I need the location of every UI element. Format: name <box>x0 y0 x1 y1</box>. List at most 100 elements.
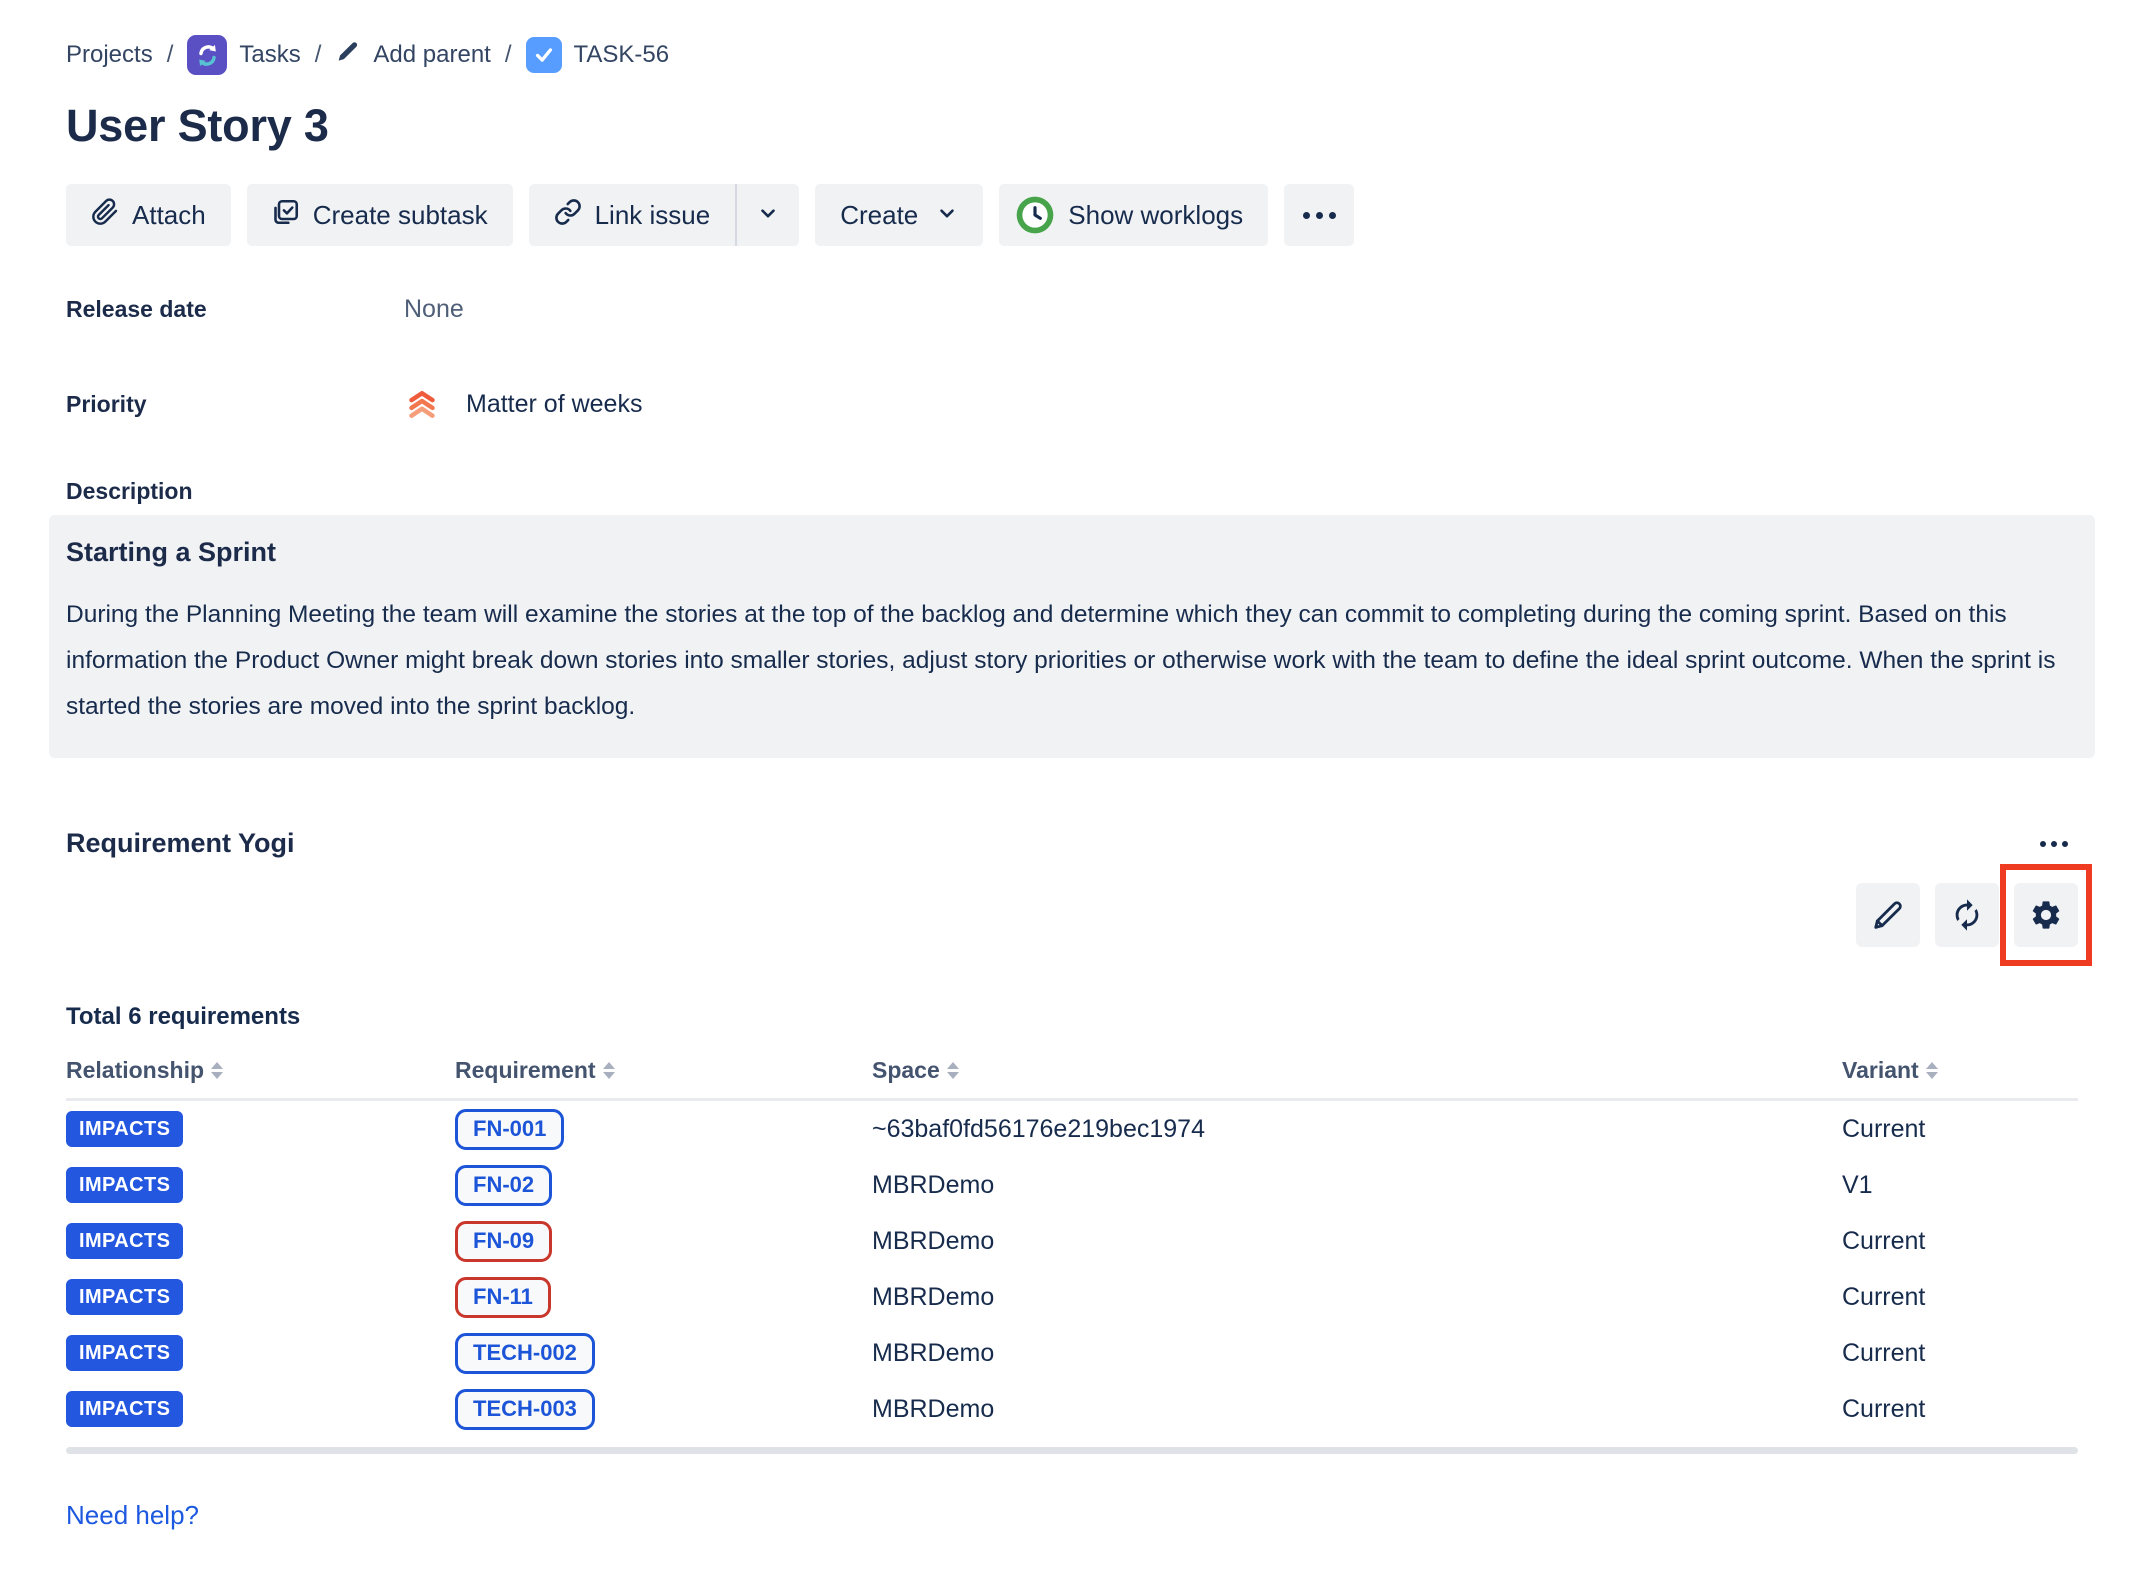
task-check-icon <box>526 37 562 73</box>
table-row: IMPACTS TECH-002 MBRDemo Current <box>66 1325 2078 1381</box>
requirement-link[interactable]: TECH-003 <box>455 1389 595 1430</box>
relationship-badge[interactable]: IMPACTS <box>66 1223 183 1259</box>
relationship-badge[interactable]: IMPACTS <box>66 1335 183 1371</box>
breadcrumb-tasks-label: Tasks <box>239 41 300 69</box>
variant-cell: Current <box>1842 1395 2078 1424</box>
paperclip-icon <box>91 198 119 233</box>
requirement-link[interactable]: FN-02 <box>455 1165 552 1206</box>
need-help-link[interactable]: Need help? <box>66 1500 199 1531</box>
attach-button-label: Attach <box>132 200 206 231</box>
create-button[interactable]: Create <box>815 184 983 246</box>
priority-value[interactable]: Matter of weeks <box>404 386 642 422</box>
requirement-yogi-more-button[interactable] <box>2036 833 2072 855</box>
requirement-link[interactable]: FN-09 <box>455 1221 552 1262</box>
pencil-icon <box>1872 899 1904 931</box>
link-issue-split-button: Link issue <box>529 184 800 246</box>
priority-label: Priority <box>66 391 404 418</box>
sort-icon <box>603 1062 615 1079</box>
sort-icon <box>1926 1062 1938 1079</box>
table-row: IMPACTS FN-09 MBRDemo Current <box>66 1213 2078 1269</box>
breadcrumb-projects[interactable]: Projects <box>66 41 153 69</box>
priority-value-label: Matter of weeks <box>466 390 642 419</box>
variant-cell: Current <box>1842 1227 2078 1256</box>
breadcrumb-separator: / <box>505 41 512 69</box>
requirement-yogi-actions <box>66 883 2078 947</box>
space-cell: MBRDemo <box>872 1171 1842 1200</box>
sort-icon <box>211 1062 223 1079</box>
column-header-variant[interactable]: Variant <box>1842 1057 2078 1084</box>
column-header-space[interactable]: Space <box>872 1057 1842 1084</box>
breadcrumb-separator: / <box>167 41 174 69</box>
space-cell: MBRDemo <box>872 1395 1842 1424</box>
requirements-table: Relationship Requirement Space Variant I… <box>66 1057 2078 1454</box>
page-title: User Story 3 <box>66 100 2078 152</box>
relationship-badge[interactable]: IMPACTS <box>66 1391 183 1427</box>
show-worklogs-button[interactable]: Show worklogs <box>999 184 1268 246</box>
relationship-badge[interactable]: IMPACTS <box>66 1279 183 1315</box>
requirement-link[interactable]: TECH-002 <box>455 1333 595 1374</box>
issue-page: Projects / Tasks / Add parent / <box>0 0 2144 1531</box>
toolbar-more-button[interactable] <box>1284 184 1354 246</box>
settings-highlight-box <box>2014 883 2078 947</box>
settings-button[interactable] <box>2014 883 2078 947</box>
variant-cell: V1 <box>1842 1171 2078 1200</box>
variant-cell: Current <box>1842 1115 2078 1144</box>
breadcrumb-issue-key[interactable]: TASK-56 <box>526 37 670 73</box>
breadcrumb-separator: / <box>315 41 322 69</box>
space-cell: ~63baf0fd56176e219bec1974 <box>872 1115 1842 1144</box>
table-row: IMPACTS FN-02 MBRDemo V1 <box>66 1157 2078 1213</box>
table-row: IMPACTS FN-11 MBRDemo Current <box>66 1269 2078 1325</box>
variant-cell: Current <box>1842 1339 2078 1368</box>
table-row: IMPACTS FN-001 ~63baf0fd56176e219bec1974… <box>66 1101 2078 1157</box>
gear-icon <box>2029 898 2063 932</box>
project-sync-icon <box>187 35 227 75</box>
requirements-table-body: IMPACTS FN-001 ~63baf0fd56176e219bec1974… <box>66 1101 2078 1437</box>
requirements-table-header: Relationship Requirement Space Variant <box>66 1057 2078 1101</box>
requirements-total: Total 6 requirements <box>66 1003 2078 1031</box>
table-scrollbar[interactable] <box>66 1447 2078 1454</box>
requirement-yogi-title: Requirement Yogi <box>66 828 295 859</box>
subtask-icon <box>272 198 300 233</box>
breadcrumb-add-parent-label: Add parent <box>373 41 490 69</box>
refresh-requirements-button[interactable] <box>1935 883 1999 947</box>
breadcrumb-tasks[interactable]: Tasks <box>187 35 300 75</box>
issue-fields: Release date None Priority Matter of wee… <box>66 292 2078 422</box>
create-subtask-button-label: Create subtask <box>313 200 488 231</box>
ellipsis-icon <box>2040 841 2046 847</box>
description-box: Starting a Sprint During the Planning Me… <box>49 515 2095 758</box>
requirement-link[interactable]: FN-001 <box>455 1109 564 1150</box>
requirement-link[interactable]: FN-11 <box>455 1277 551 1318</box>
breadcrumb-add-parent[interactable]: Add parent <box>335 39 490 72</box>
create-button-label: Create <box>840 200 918 231</box>
column-header-relationship[interactable]: Relationship <box>66 1057 455 1084</box>
create-subtask-button[interactable]: Create subtask <box>247 184 513 246</box>
table-row: IMPACTS TECH-003 MBRDemo Current <box>66 1381 2078 1437</box>
link-icon <box>554 198 582 233</box>
space-cell: MBRDemo <box>872 1227 1842 1256</box>
link-issue-button[interactable]: Link issue <box>529 184 736 246</box>
breadcrumb-issue-key-label: TASK-56 <box>574 41 670 69</box>
description-heading: Starting a Sprint <box>66 537 2061 568</box>
show-worklogs-button-label: Show worklogs <box>1068 200 1243 231</box>
description-label: Description <box>66 478 2078 505</box>
attach-button[interactable]: Attach <box>66 184 231 246</box>
pencil-icon <box>335 39 361 72</box>
release-date-label: Release date <box>66 296 404 323</box>
space-cell: MBRDemo <box>872 1283 1842 1312</box>
link-issue-dropdown-button[interactable] <box>737 184 799 246</box>
space-cell: MBRDemo <box>872 1339 1842 1368</box>
ellipsis-icon <box>1303 212 1310 219</box>
relationship-badge[interactable]: IMPACTS <box>66 1167 183 1203</box>
column-header-requirement[interactable]: Requirement <box>455 1057 872 1084</box>
breadcrumb: Projects / Tasks / Add parent / <box>66 34 2078 76</box>
release-date-field: Release date None <box>66 292 2078 326</box>
relationship-badge[interactable]: IMPACTS <box>66 1111 183 1147</box>
variant-cell: Current <box>1842 1283 2078 1312</box>
edit-requirements-button[interactable] <box>1856 883 1920 947</box>
release-date-value[interactable]: None <box>404 295 464 324</box>
clock-icon <box>1015 195 1055 235</box>
refresh-icon <box>1950 898 1984 932</box>
sort-icon <box>947 1062 959 1079</box>
issue-toolbar: Attach Create subtask Link <box>66 184 2078 246</box>
chevron-down-icon <box>936 200 958 231</box>
